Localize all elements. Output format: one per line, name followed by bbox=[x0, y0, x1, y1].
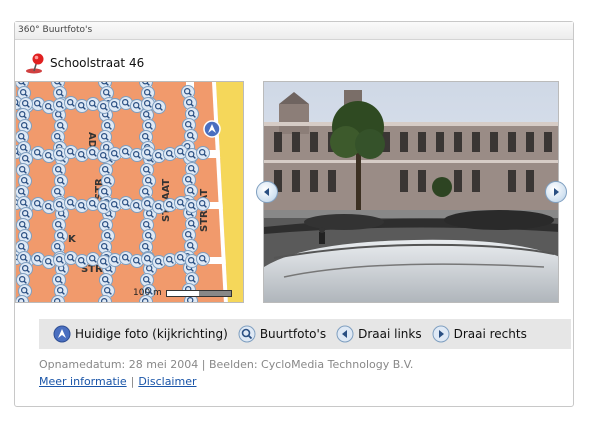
current-photo-marker[interactable] bbox=[203, 120, 221, 138]
previous-photo-button[interactable] bbox=[256, 181, 278, 203]
map-canvas[interactable]: AD STRAAT K STR STRAAT STR bbox=[16, 82, 244, 303]
map-scale-graphic bbox=[165, 289, 232, 297]
legend-current-label: Huidige foto (kijkrichting) bbox=[75, 327, 228, 341]
address-header: Schoolstraat 46 bbox=[25, 52, 144, 74]
nearby-photo-marker[interactable] bbox=[152, 100, 166, 114]
nearby-photo-marker[interactable] bbox=[196, 146, 210, 160]
magnifier-icon bbox=[238, 325, 256, 343]
current-photo-direction-icon bbox=[53, 325, 71, 343]
neighbourhood-map[interactable]: AD STRAAT K STR STRAAT STR 100 m bbox=[15, 81, 244, 303]
red-pin-icon bbox=[26, 53, 44, 74]
panorama-photo[interactable] bbox=[263, 81, 559, 303]
map-scale-label: 100 m bbox=[133, 288, 162, 298]
legend-rotate-right: Draai rechts bbox=[432, 325, 527, 343]
address-title: Schoolstraat 46 bbox=[50, 56, 145, 70]
map-legend: Huidige foto (kijkrichting) Buurtfoto's … bbox=[39, 319, 571, 349]
legend-rotate-left-label: Draai links bbox=[358, 327, 422, 341]
more-info-link[interactable]: Meer informatie bbox=[39, 375, 127, 388]
map-street-label: K bbox=[68, 234, 77, 245]
map-scale-bar: 100 m bbox=[133, 288, 232, 298]
map-street-label: AD bbox=[86, 132, 97, 148]
legend-rotate-left: Draai links bbox=[336, 325, 422, 343]
legend-rotate-right-label: Draai rechts bbox=[453, 327, 527, 341]
legend-nearby-photos: Buurtfoto's bbox=[238, 325, 326, 343]
next-photo-button[interactable] bbox=[545, 181, 567, 203]
chevron-right-icon bbox=[554, 188, 559, 196]
chevron-left-icon bbox=[336, 325, 354, 343]
chevron-right-icon bbox=[432, 325, 450, 343]
nearby-photo-marker[interactable] bbox=[196, 252, 210, 266]
legend-current-photo: Huidige foto (kijkrichting) bbox=[53, 325, 228, 343]
legend-nearby-label: Buurtfoto's bbox=[259, 327, 327, 341]
nearby-photo-marker[interactable] bbox=[196, 197, 210, 211]
buurtfoto-window: 360° Buurtfoto's Schoolstraat 46 AD K ST… bbox=[14, 21, 574, 407]
disclaimer-link[interactable]: Disclaimer bbox=[138, 375, 196, 388]
panorama-image bbox=[264, 82, 558, 302]
link-separator: | bbox=[130, 375, 135, 388]
recording-info: Opnamedatum: 28 mei 2004 | Beelden: Cycl… bbox=[39, 358, 414, 371]
chevron-left-icon bbox=[264, 188, 269, 196]
footer-links: Meer informatie | Disclaimer bbox=[39, 375, 197, 388]
window-title: 360° Buurtfoto's bbox=[15, 22, 573, 40]
